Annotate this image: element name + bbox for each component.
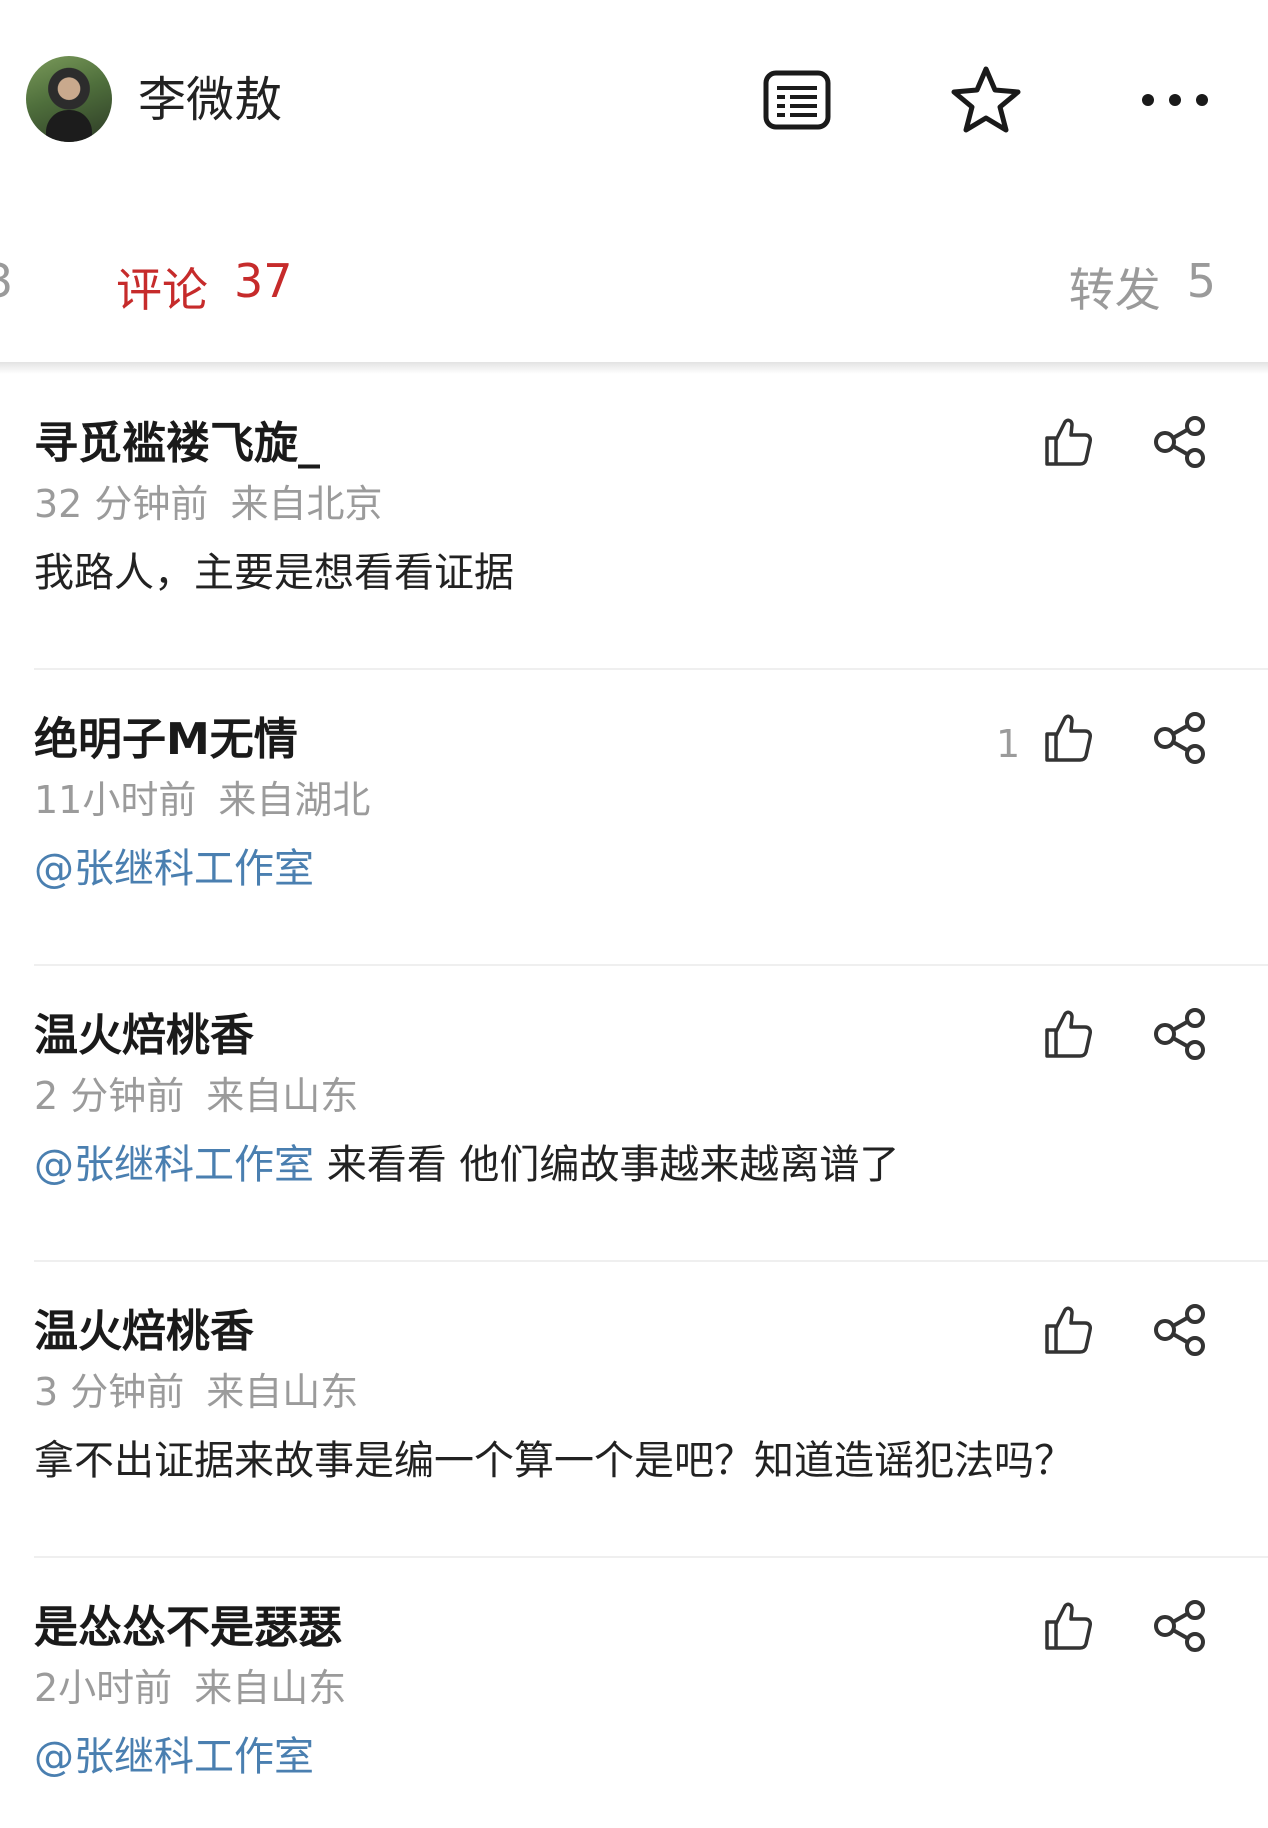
- like-button[interactable]: [1038, 410, 1098, 474]
- share-button[interactable]: [1148, 410, 1212, 474]
- share-icon: [1154, 1600, 1205, 1652]
- tab-reposts-count: 5: [1186, 254, 1216, 308]
- like-button[interactable]: [1038, 1002, 1098, 1066]
- comment-body: 我路人，主要是想看看证据: [34, 546, 514, 600]
- comment-item: 温火焙桃香 3 分钟前 来自山东 拿不出证据来故事是编一个算一个是吧？知道造谣犯…: [0, 1262, 1268, 1558]
- like-button[interactable]: [1038, 1594, 1098, 1658]
- comment-time: 2 分钟前: [34, 1074, 185, 1118]
- share-button[interactable]: [1148, 706, 1212, 770]
- comment-item: 是怂怂不是瑟瑟 2小时前 来自山东 @张继科工作室: [0, 1558, 1268, 1828]
- tab-reposts-label: 转发: [1068, 263, 1161, 317]
- comment-time: 11小时前: [34, 778, 197, 822]
- star-icon[interactable]: [946, 60, 1026, 140]
- comment-location: 来自湖北: [218, 778, 371, 822]
- comment-item: 寻觅褴褛飞旋_ 32 分钟前 来自北京 我路人，主要是想看看证据: [0, 374, 1268, 670]
- thumbs-up-icon: [1045, 714, 1092, 762]
- mention-link[interactable]: @张继科工作室: [34, 846, 314, 892]
- top-header: 李微敖: [0, 0, 1268, 200]
- comment-meta: 11小时前 来自湖北: [34, 776, 370, 824]
- comment-time: 32 分钟前: [34, 482, 209, 526]
- comment-item: 绝明子M无情 11小时前 来自湖北 @张继科工作室 1: [0, 670, 1268, 966]
- tab-comments-count: 37: [234, 254, 293, 308]
- comment-time: 3 分钟前: [34, 1370, 185, 1414]
- comment-meta: 3 分钟前 来自山东: [34, 1368, 358, 1416]
- comment-meta: 32 分钟前 来自北京: [34, 480, 382, 528]
- comment-username[interactable]: 是怂怂不是瑟瑟: [34, 1600, 342, 1656]
- tab-bar: 3 评论 37 转发 5: [0, 230, 1268, 362]
- comment-text: 拿不出证据来故事是编一个算一个是吧？知道造谣犯法吗？: [34, 1438, 1074, 1484]
- comment-time: 2小时前: [34, 1666, 173, 1710]
- comment-meta: 2小时前 来自山东: [34, 1664, 346, 1712]
- thumbs-up-icon: [1045, 418, 1092, 466]
- comment-location: 来自山东: [206, 1074, 359, 1118]
- comment-body: @张继科工作室 来看看 他们编故事越来越离谱了: [34, 1138, 899, 1192]
- comment-username[interactable]: 温火焙桃香: [34, 1008, 254, 1064]
- mention-link[interactable]: @张继科工作室: [34, 1734, 314, 1780]
- share-icon: [1154, 1008, 1205, 1060]
- tab-likes-partial[interactable]: 3: [0, 254, 13, 308]
- thumbs-up-icon: [1045, 1010, 1092, 1058]
- thumbs-up-icon: [1045, 1306, 1092, 1354]
- mention-link[interactable]: @张继科工作室: [34, 1142, 314, 1188]
- comment-username[interactable]: 寻觅褴褛飞旋_: [34, 416, 320, 472]
- comment-item: 温火焙桃香 2 分钟前 来自山东 @张继科工作室 来看看 他们编故事越来越离谱了: [0, 966, 1268, 1262]
- like-button[interactable]: [1038, 1298, 1098, 1362]
- comment-body: 拿不出证据来故事是编一个算一个是吧？知道造谣犯法吗？: [34, 1434, 1074, 1488]
- share-icon: [1154, 712, 1205, 764]
- comment-location: 来自山东: [194, 1666, 347, 1710]
- like-count: 1: [996, 722, 1021, 766]
- comment-username[interactable]: 绝明子M无情: [34, 712, 298, 768]
- more-icon[interactable]: [1135, 60, 1215, 140]
- thumbs-up-icon: [1045, 1602, 1092, 1650]
- tab-bar-shadow: [0, 362, 1268, 374]
- comment-text: 来看看 他们编故事越来越离谱了: [314, 1142, 900, 1188]
- tab-comments-label: 评论: [116, 263, 208, 317]
- tab-reposts[interactable]: 转发 5: [1069, 254, 1216, 320]
- share-button[interactable]: [1148, 1594, 1212, 1658]
- comment-username[interactable]: 温火焙桃香: [34, 1304, 254, 1360]
- avatar[interactable]: [26, 56, 112, 142]
- comment-meta: 2 分钟前 来自山东: [34, 1072, 358, 1120]
- comment-body: @张继科工作室: [34, 1730, 314, 1784]
- comment-body: @张继科工作室: [34, 842, 314, 896]
- like-button[interactable]: [1038, 706, 1098, 770]
- share-icon: [1154, 1304, 1205, 1356]
- comment-location: 来自北京: [230, 482, 383, 526]
- reader-icon[interactable]: [757, 60, 837, 140]
- comment-text: 我路人，主要是想看看证据: [34, 550, 514, 596]
- share-button[interactable]: [1148, 1298, 1212, 1362]
- user-name[interactable]: 李微敖: [138, 70, 282, 130]
- tab-comments[interactable]: 评论 37: [116, 254, 293, 320]
- share-button[interactable]: [1148, 1002, 1212, 1066]
- comment-location: 来自山东: [206, 1370, 359, 1414]
- share-icon: [1154, 416, 1205, 468]
